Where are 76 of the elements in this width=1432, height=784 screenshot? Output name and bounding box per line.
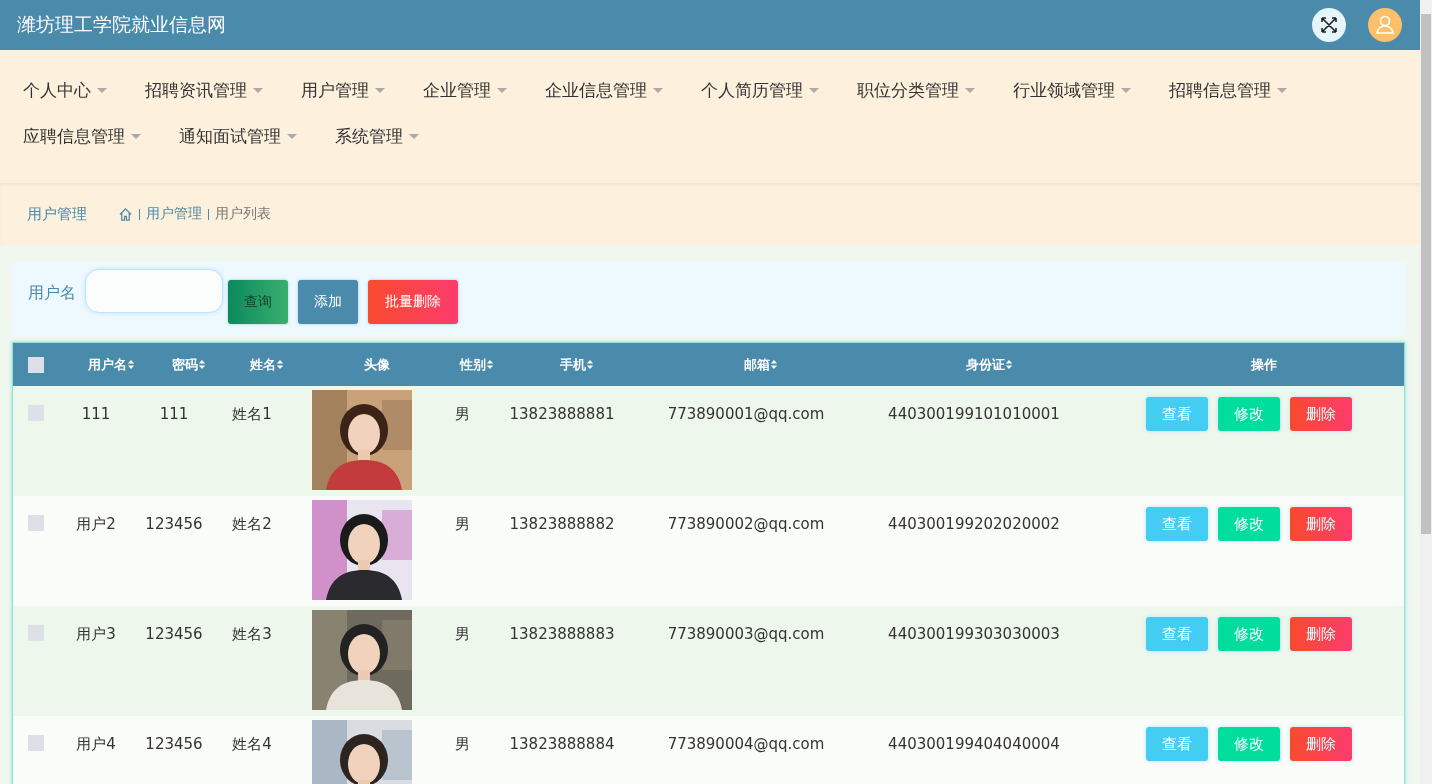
menu-item[interactable]: 用户管理 — [301, 78, 385, 102]
search-label: 用户名 — [28, 283, 76, 304]
column-header[interactable]: 头像 — [364, 355, 390, 374]
column-header[interactable]: 用户名 — [87, 355, 135, 374]
breadcrumb-link[interactable]: 用户管理 — [146, 205, 202, 223]
sort-icon[interactable] — [486, 359, 494, 370]
column-header[interactable]: 姓名 — [250, 355, 284, 374]
table-cell-text: 用户4 — [76, 734, 116, 755]
table-cell-text: 13823888884 — [509, 734, 615, 755]
table-cell-text: 用户3 — [76, 624, 116, 645]
menu-item[interactable]: 应聘信息管理 — [23, 124, 141, 148]
table-cell-text: 男 — [454, 514, 470, 535]
username-field[interactable] — [85, 269, 223, 313]
table-cell-text: 123456 — [145, 734, 203, 755]
delete-button[interactable]: 删除 — [1290, 397, 1352, 431]
home-icon[interactable] — [118, 206, 133, 222]
menu-item[interactable]: 企业信息管理 — [545, 78, 663, 102]
table-cell-text: 111 — [159, 404, 189, 425]
scrollbar[interactable] — [1420, 0, 1432, 784]
sort-icon[interactable] — [586, 359, 594, 370]
table-cell-text: 姓名3 — [232, 624, 272, 645]
menu-item[interactable]: 系统管理 — [335, 124, 419, 148]
menu-item[interactable]: 职位分类管理 — [857, 78, 975, 102]
user-avatar-icon[interactable] — [1368, 8, 1402, 42]
delete-button[interactable]: 删除 — [1290, 617, 1352, 651]
table-cell-text: 13823888883 — [509, 624, 615, 645]
breadcrumb-link[interactable]: 用户列表 — [215, 205, 271, 223]
table-cell-text: 姓名4 — [232, 734, 272, 755]
fullscreen-icon[interactable] — [1312, 8, 1346, 42]
table-cell-text: 姓名2 — [232, 514, 272, 535]
table-cell-text: 773890003@qq.com — [667, 624, 825, 645]
page-title: 用户管理 — [27, 204, 87, 224]
search-button[interactable]: 查询 — [228, 280, 288, 324]
menu-item[interactable]: 招聘资讯管理 — [145, 78, 263, 102]
row-checkbox[interactable] — [28, 515, 44, 531]
column-header[interactable]: 性别 — [460, 355, 494, 374]
table-cell-text: 男 — [454, 734, 470, 755]
table-cell-text: 13823888881 — [509, 404, 615, 425]
column-header[interactable]: 密码 — [172, 355, 206, 374]
sort-icon[interactable] — [126, 359, 135, 370]
menu-item[interactable]: 行业领域管理 — [1013, 78, 1131, 102]
table-cell-text: 440300199101010001 — [888, 404, 1060, 425]
table-cell-text: 123456 — [145, 624, 203, 645]
select-all-checkbox[interactable] — [28, 356, 44, 373]
table-cell-text: 440300199303030003 — [888, 624, 1060, 645]
table-cell-text: 440300199404040004 — [888, 734, 1060, 755]
delete-button[interactable]: 删除 — [1290, 507, 1352, 541]
table-cell-text: 773890001@qq.com — [667, 404, 825, 425]
delete-button[interactable]: 批量删除 — [368, 280, 458, 324]
menu-item[interactable]: 通知面试管理 — [179, 124, 297, 148]
menu-item[interactable]: 招聘信息管理 — [1169, 78, 1287, 102]
table-cell-text: 773890002@qq.com — [667, 514, 825, 535]
table-cell-text: 姓名1 — [232, 404, 272, 425]
table-cell-text: 440300199202020002 — [888, 514, 1060, 535]
table-cell-text: 男 — [454, 404, 470, 425]
sort-icon[interactable] — [198, 359, 206, 370]
column-header[interactable]: 邮箱 — [744, 355, 778, 374]
add-button[interactable]: 添加 — [298, 280, 358, 324]
sort-icon[interactable] — [770, 359, 778, 370]
column-header[interactable]: 身份证 — [965, 355, 1013, 374]
site-title: 潍坊理工学院就业信息网 — [17, 12, 226, 37]
table-cell-text: 111 — [81, 404, 111, 425]
menu-item[interactable]: 个人中心 — [23, 78, 107, 102]
table-cell-text: 773890004@qq.com — [667, 734, 825, 755]
column-header[interactable]: 操作 — [1251, 355, 1277, 374]
menu-item[interactable]: 企业管理 — [423, 78, 507, 102]
table-cell-text: 13823888882 — [509, 514, 615, 535]
table-cell-text: 男 — [454, 624, 470, 645]
table-cell-text: 123456 — [145, 514, 203, 535]
sort-icon[interactable] — [1004, 359, 1013, 370]
menu-item[interactable]: 个人简历管理 — [701, 78, 819, 102]
delete-button[interactable]: 删除 — [1290, 727, 1352, 761]
sort-icon[interactable] — [276, 359, 284, 370]
row-checkbox[interactable] — [28, 735, 44, 751]
column-header[interactable]: 手机 — [560, 355, 594, 374]
table-cell-text: 用户2 — [76, 514, 116, 535]
